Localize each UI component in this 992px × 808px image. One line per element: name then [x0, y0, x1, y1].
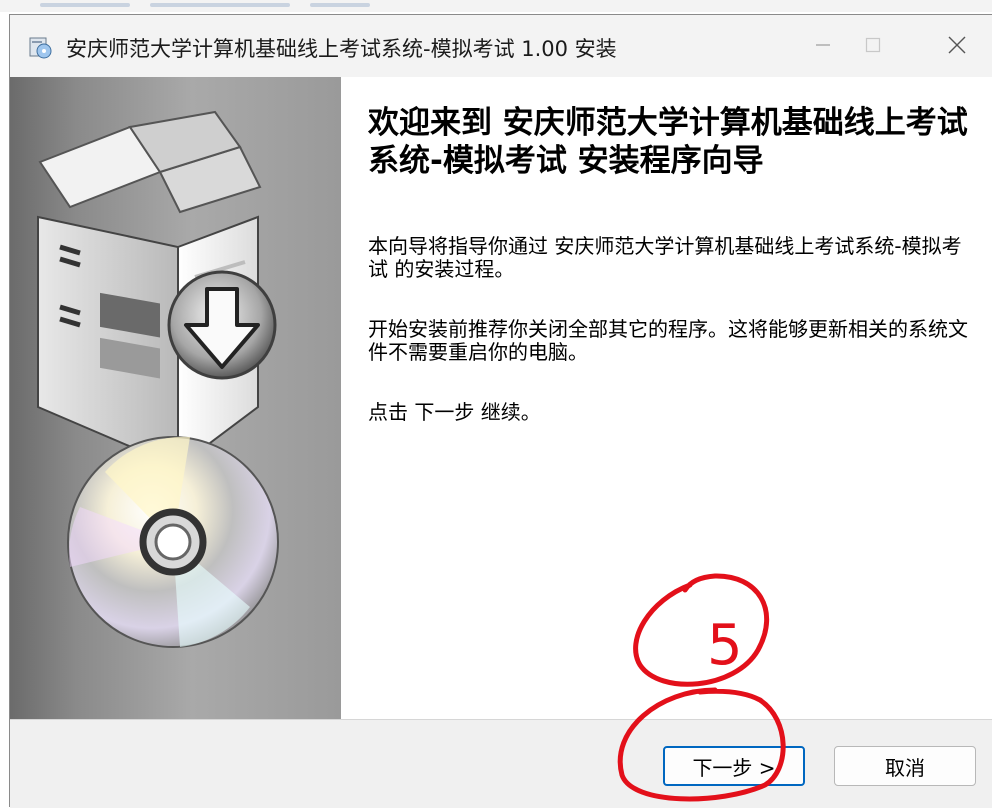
- wizard-content: 欢迎来到 安庆师范大学计算机基础线上考试系统-模拟考试 安装程序向导 本向导将指…: [341, 77, 992, 719]
- close-icon: [947, 35, 967, 55]
- cancel-button[interactable]: 取消: [834, 746, 976, 786]
- continue-hint: 点击 下一步 继续。: [368, 400, 541, 424]
- close-programs-paragraph: 开始安装前推荐你关闭全部其它的程序。这将能够更新相关的系统文件不需要重启你的电脑…: [368, 317, 968, 364]
- box-download-icon: [37, 110, 277, 469]
- title-bar[interactable]: 安庆师范大学计算机基础线上考试系统-模拟考试 1.00 安装: [10, 15, 992, 77]
- close-button[interactable]: [934, 25, 980, 65]
- window-title: 安庆师范大学计算机基础线上考试系统-模拟考试 1.00 安装: [66, 37, 617, 61]
- next-button[interactable]: 下一步 >: [663, 746, 805, 786]
- minimize-button[interactable]: [800, 25, 846, 65]
- cd-disc-icon: [67, 436, 279, 648]
- maximize-icon: [865, 37, 881, 53]
- minimize-icon: [815, 37, 831, 53]
- welcome-heading: 欢迎来到 安庆师范大学计算机基础线上考试系统-模拟考试 安装程序向导: [368, 105, 968, 179]
- desktop-background: [0, 0, 992, 12]
- maximize-button[interactable]: [850, 25, 896, 65]
- wizard-side-image: [10, 77, 341, 719]
- installer-window: 安庆师范大学计算机基础线上考试系统-模拟考试 1.00 安装 欢迎来到 安庆师范…: [9, 14, 992, 808]
- button-bar: 下一步 > 取消: [10, 719, 992, 808]
- intro-paragraph: 本向导将指导你通过 安庆师范大学计算机基础线上考试系统-模拟考试 的安装过程。: [368, 234, 962, 281]
- installer-icon: [28, 35, 52, 59]
